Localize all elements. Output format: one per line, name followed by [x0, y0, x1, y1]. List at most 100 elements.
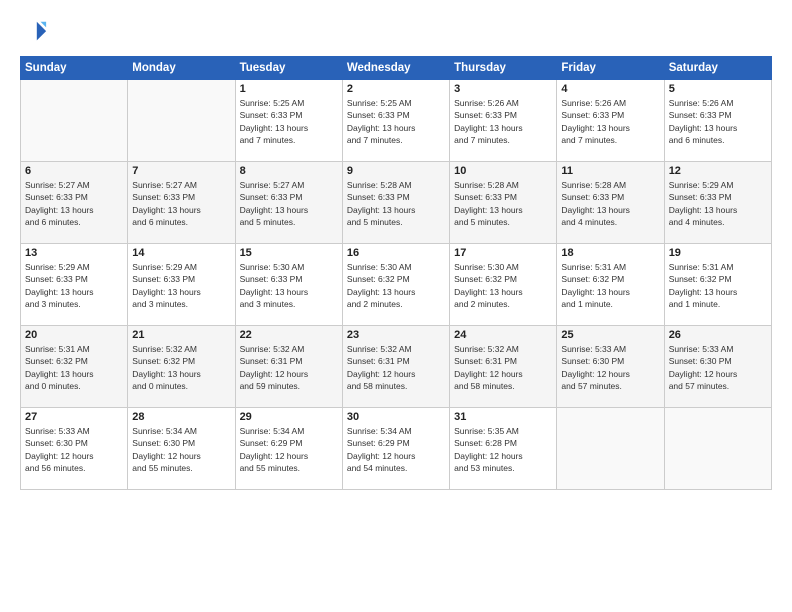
- calendar-cell: 19 Sunrise: 5:31 AM Sunset: 6:32 PM Dayli…: [664, 244, 771, 326]
- day-info: Sunrise: 5:32 AM Sunset: 6:32 PM Dayligh…: [132, 343, 230, 392]
- day-info: Sunrise: 5:26 AM Sunset: 6:33 PM Dayligh…: [454, 97, 552, 146]
- calendar-cell: 24 Sunrise: 5:32 AM Sunset: 6:31 PM Dayli…: [450, 326, 557, 408]
- logo: [20, 18, 52, 46]
- day-number: 19: [669, 247, 767, 259]
- calendar-cell: 18 Sunrise: 5:31 AM Sunset: 6:32 PM Dayli…: [557, 244, 664, 326]
- day-info: Sunrise: 5:30 AM Sunset: 6:33 PM Dayligh…: [240, 261, 338, 310]
- day-number: 5: [669, 83, 767, 95]
- day-number: 27: [25, 411, 123, 423]
- day-number: 17: [454, 247, 552, 259]
- calendar-cell: 6 Sunrise: 5:27 AM Sunset: 6:33 PM Daylig…: [21, 162, 128, 244]
- day-number: 22: [240, 329, 338, 341]
- calendar-cell: 11 Sunrise: 5:28 AM Sunset: 6:33 PM Dayli…: [557, 162, 664, 244]
- day-number: 20: [25, 329, 123, 341]
- day-number: 28: [132, 411, 230, 423]
- calendar-cell: 4Sunrise: 5:26 AM Sunset: 6:33 PM Daylig…: [557, 80, 664, 162]
- calendar-cell: 1Sunrise: 5:25 AM Sunset: 6:33 PM Daylig…: [235, 80, 342, 162]
- calendar-cell: 30 Sunrise: 5:34 AM Sunset: 6:29 PM Dayli…: [342, 408, 449, 490]
- day-number: 24: [454, 329, 552, 341]
- day-info: Sunrise: 5:34 AM Sunset: 6:29 PM Dayligh…: [240, 425, 338, 474]
- day-info: Sunrise: 5:28 AM Sunset: 6:33 PM Dayligh…: [561, 179, 659, 228]
- day-info: Sunrise: 5:31 AM Sunset: 6:32 PM Dayligh…: [669, 261, 767, 310]
- day-info: Sunrise: 5:25 AM Sunset: 6:33 PM Dayligh…: [240, 97, 338, 146]
- day-number: 13: [25, 247, 123, 259]
- day-number: 3: [454, 83, 552, 95]
- day-info: Sunrise: 5:33 AM Sunset: 6:30 PM Dayligh…: [561, 343, 659, 392]
- calendar-cell: 13 Sunrise: 5:29 AM Sunset: 6:33 PM Dayli…: [21, 244, 128, 326]
- calendar-cell: 8 Sunrise: 5:27 AM Sunset: 6:33 PM Daylig…: [235, 162, 342, 244]
- weekday-header-monday: Monday: [128, 57, 235, 80]
- calendar-row-2: 6 Sunrise: 5:27 AM Sunset: 6:33 PM Daylig…: [21, 162, 772, 244]
- day-info: Sunrise: 5:30 AM Sunset: 6:32 PM Dayligh…: [347, 261, 445, 310]
- weekday-header-sunday: Sunday: [21, 57, 128, 80]
- calendar-cell: [21, 80, 128, 162]
- calendar-row-3: 13 Sunrise: 5:29 AM Sunset: 6:33 PM Dayli…: [21, 244, 772, 326]
- calendar-row-5: 27 Sunrise: 5:33 AM Sunset: 6:30 PM Dayli…: [21, 408, 772, 490]
- weekday-header-thursday: Thursday: [450, 57, 557, 80]
- day-number: 6: [25, 165, 123, 177]
- calendar-cell: 7 Sunrise: 5:27 AM Sunset: 6:33 PM Daylig…: [128, 162, 235, 244]
- calendar-cell: 27 Sunrise: 5:33 AM Sunset: 6:30 PM Dayli…: [21, 408, 128, 490]
- calendar-cell: 29Sunrise: 5:34 AM Sunset: 6:29 PM Dayli…: [235, 408, 342, 490]
- day-number: 2: [347, 83, 445, 95]
- day-info: Sunrise: 5:27 AM Sunset: 6:33 PM Dayligh…: [132, 179, 230, 228]
- day-number: 26: [669, 329, 767, 341]
- day-info: Sunrise: 5:35 AM Sunset: 6:28 PM Dayligh…: [454, 425, 552, 474]
- day-info: Sunrise: 5:33 AM Sunset: 6:30 PM Dayligh…: [669, 343, 767, 392]
- calendar-cell: 12Sunrise: 5:29 AM Sunset: 6:33 PM Dayli…: [664, 162, 771, 244]
- calendar-cell: 25 Sunrise: 5:33 AM Sunset: 6:30 PM Dayli…: [557, 326, 664, 408]
- calendar-cell: 3 Sunrise: 5:26 AM Sunset: 6:33 PM Daylig…: [450, 80, 557, 162]
- weekday-header-saturday: Saturday: [664, 57, 771, 80]
- day-info: Sunrise: 5:25 AM Sunset: 6:33 PM Dayligh…: [347, 97, 445, 146]
- logo-icon: [20, 18, 48, 46]
- weekday-header-friday: Friday: [557, 57, 664, 80]
- calendar-cell: 17Sunrise: 5:30 AM Sunset: 6:32 PM Dayli…: [450, 244, 557, 326]
- day-number: 9: [347, 165, 445, 177]
- day-info: Sunrise: 5:34 AM Sunset: 6:29 PM Dayligh…: [347, 425, 445, 474]
- day-info: Sunrise: 5:27 AM Sunset: 6:33 PM Dayligh…: [25, 179, 123, 228]
- day-info: Sunrise: 5:29 AM Sunset: 6:33 PM Dayligh…: [25, 261, 123, 310]
- day-number: 10: [454, 165, 552, 177]
- weekday-header-tuesday: Tuesday: [235, 57, 342, 80]
- calendar-cell: 9 Sunrise: 5:28 AM Sunset: 6:33 PM Daylig…: [342, 162, 449, 244]
- weekday-header-row: SundayMondayTuesdayWednesdayThursdayFrid…: [21, 57, 772, 80]
- day-number: 4: [561, 83, 659, 95]
- day-number: 11: [561, 165, 659, 177]
- day-info: Sunrise: 5:31 AM Sunset: 6:32 PM Dayligh…: [25, 343, 123, 392]
- day-number: 15: [240, 247, 338, 259]
- day-number: 30: [347, 411, 445, 423]
- day-info: Sunrise: 5:27 AM Sunset: 6:33 PM Dayligh…: [240, 179, 338, 228]
- day-number: 18: [561, 247, 659, 259]
- day-info: Sunrise: 5:32 AM Sunset: 6:31 PM Dayligh…: [240, 343, 338, 392]
- day-info: Sunrise: 5:29 AM Sunset: 6:33 PM Dayligh…: [669, 179, 767, 228]
- page: SundayMondayTuesdayWednesdayThursdayFrid…: [0, 0, 792, 612]
- day-info: Sunrise: 5:28 AM Sunset: 6:33 PM Dayligh…: [347, 179, 445, 228]
- day-info: Sunrise: 5:28 AM Sunset: 6:33 PM Dayligh…: [454, 179, 552, 228]
- day-info: Sunrise: 5:33 AM Sunset: 6:30 PM Dayligh…: [25, 425, 123, 474]
- calendar-cell: 15 Sunrise: 5:30 AM Sunset: 6:33 PM Dayli…: [235, 244, 342, 326]
- calendar-cell: [557, 408, 664, 490]
- calendar-cell: 28Sunrise: 5:34 AM Sunset: 6:30 PM Dayli…: [128, 408, 235, 490]
- calendar-cell: 31Sunrise: 5:35 AM Sunset: 6:28 PM Dayli…: [450, 408, 557, 490]
- day-number: 21: [132, 329, 230, 341]
- calendar-row-4: 20 Sunrise: 5:31 AM Sunset: 6:32 PM Dayli…: [21, 326, 772, 408]
- day-number: 8: [240, 165, 338, 177]
- calendar-cell: 10 Sunrise: 5:28 AM Sunset: 6:33 PM Dayli…: [450, 162, 557, 244]
- day-number: 23: [347, 329, 445, 341]
- weekday-header-wednesday: Wednesday: [342, 57, 449, 80]
- calendar-cell: 22 Sunrise: 5:32 AM Sunset: 6:31 PM Dayli…: [235, 326, 342, 408]
- calendar-cell: 20 Sunrise: 5:31 AM Sunset: 6:32 PM Dayli…: [21, 326, 128, 408]
- calendar-cell: 26 Sunrise: 5:33 AM Sunset: 6:30 PM Dayli…: [664, 326, 771, 408]
- calendar-cell: 16 Sunrise: 5:30 AM Sunset: 6:32 PM Dayli…: [342, 244, 449, 326]
- day-number: 7: [132, 165, 230, 177]
- day-info: Sunrise: 5:32 AM Sunset: 6:31 PM Dayligh…: [347, 343, 445, 392]
- day-info: Sunrise: 5:31 AM Sunset: 6:32 PM Dayligh…: [561, 261, 659, 310]
- calendar-cell: [664, 408, 771, 490]
- calendar-cell: 23 Sunrise: 5:32 AM Sunset: 6:31 PM Dayli…: [342, 326, 449, 408]
- calendar-cell: 2 Sunrise: 5:25 AM Sunset: 6:33 PM Daylig…: [342, 80, 449, 162]
- day-info: Sunrise: 5:32 AM Sunset: 6:31 PM Dayligh…: [454, 343, 552, 392]
- header: [20, 18, 772, 46]
- day-info: Sunrise: 5:29 AM Sunset: 6:33 PM Dayligh…: [132, 261, 230, 310]
- day-number: 16: [347, 247, 445, 259]
- day-number: 25: [561, 329, 659, 341]
